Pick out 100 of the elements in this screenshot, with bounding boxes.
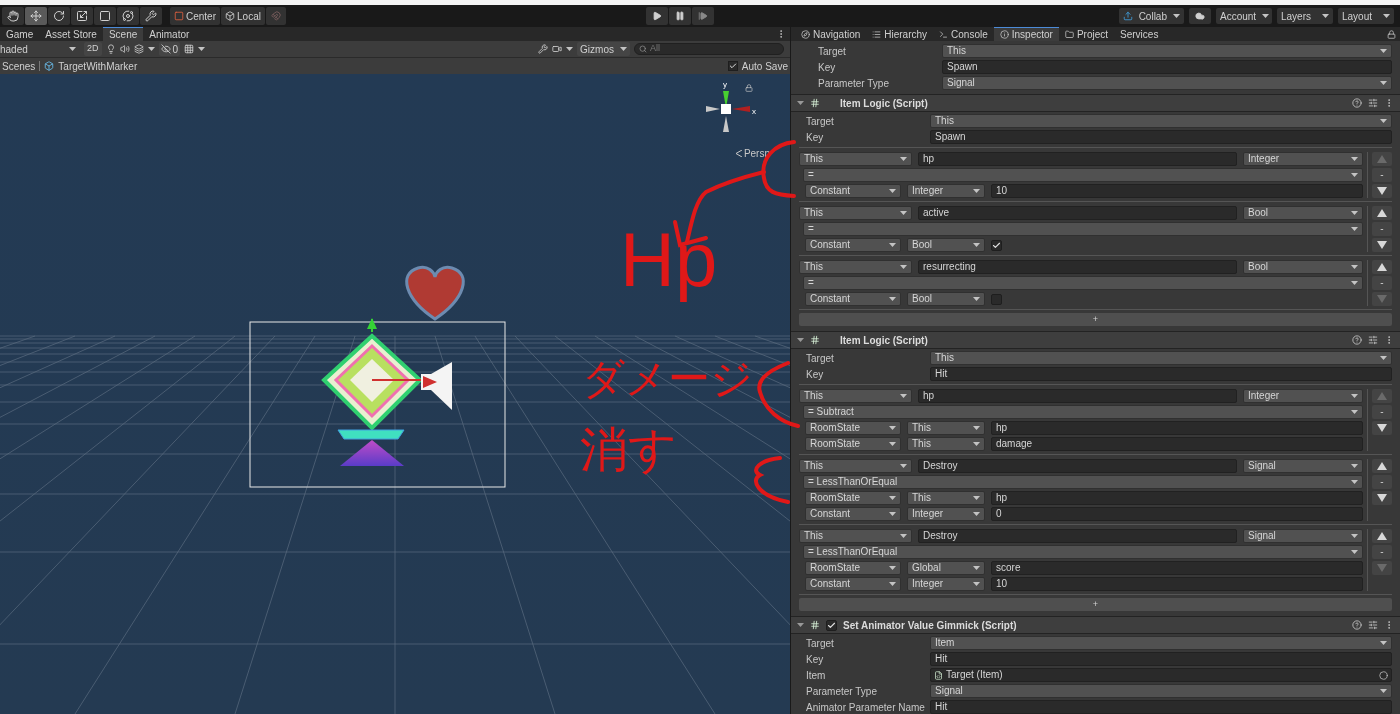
grid-snap-button[interactable] (265, 7, 286, 25)
tab[interactable]: Hierarchy (866, 27, 934, 41)
auto-save-checkbox[interactable] (727, 61, 738, 71)
dropdown[interactable]: This (799, 260, 912, 274)
dropdown[interactable]: Bool (1243, 260, 1363, 274)
text-field[interactable]: Destroy (918, 459, 1237, 473)
dropdown[interactable]: This (799, 389, 912, 403)
add-condition-button[interactable]: + (799, 598, 1392, 611)
lock-icon[interactable] (745, 84, 753, 92)
help-icon[interactable] (1352, 98, 1362, 108)
checkbox[interactable] (991, 293, 1002, 305)
remove-button[interactable]: - (1372, 168, 1392, 182)
move-down-button[interactable] (1372, 421, 1392, 435)
dropdown[interactable]: This (942, 44, 1392, 58)
component-header[interactable]: Item Logic (Script) (791, 94, 1400, 112)
text-field[interactable]: score (991, 561, 1363, 575)
help-icon[interactable] (1352, 620, 1362, 630)
tab[interactable]: Animator (143, 27, 196, 41)
remove-button[interactable]: - (1372, 405, 1392, 419)
dropdown[interactable]: = LessThanOrEqual (803, 545, 1363, 559)
tool-button[interactable] (2, 7, 24, 25)
remove-button[interactable]: - (1372, 222, 1392, 236)
tab[interactable]: Services (1114, 27, 1165, 41)
tool-button[interactable] (140, 7, 162, 25)
breadcrumb-link[interactable]: Scenes (2, 58, 36, 74)
dropdown[interactable]: = (803, 276, 1363, 290)
dropdown[interactable]: This (799, 459, 912, 473)
tool-button[interactable] (25, 7, 47, 25)
pause-button[interactable] (668, 7, 691, 25)
layers-icon[interactable] (133, 44, 144, 54)
object-field[interactable]: Target (Item) (930, 668, 1392, 682)
move-up-button[interactable] (1372, 459, 1392, 473)
dropdown[interactable]: This (930, 351, 1392, 365)
speaker-icon[interactable] (119, 44, 130, 54)
dropdown[interactable]: RoomState (805, 561, 901, 575)
dropdown[interactable]: = Subtract (803, 405, 1363, 419)
text-field[interactable]: damage (991, 437, 1363, 451)
play-button[interactable] (645, 7, 668, 25)
toolbar-dropdown[interactable]: Account (1216, 8, 1272, 24)
text-field[interactable]: hp (991, 491, 1363, 505)
toolbar-dropdown[interactable]: Layout (1338, 8, 1394, 24)
dropdown[interactable]: This (907, 491, 985, 505)
dropdown[interactable]: RoomState (805, 491, 901, 505)
preset-icon[interactable] (1368, 98, 1378, 108)
text-field[interactable]: Hit (930, 367, 1392, 381)
2d-toggle[interactable]: 2D (84, 42, 102, 56)
lightbulb-icon[interactable] (105, 44, 116, 54)
dropdown[interactable]: This (799, 206, 912, 220)
dropdown[interactable]: Constant (805, 238, 901, 252)
text-field[interactable]: 0 (991, 507, 1363, 521)
tab[interactable]: Console (933, 27, 994, 41)
camera-icon[interactable] (552, 44, 563, 54)
move-up-button[interactable] (1372, 529, 1392, 543)
remove-button[interactable]: - (1372, 276, 1392, 290)
add-condition-button[interactable]: + (799, 313, 1392, 326)
dropdown[interactable]: Global (907, 561, 985, 575)
text-field[interactable]: resurrecting (918, 260, 1237, 274)
text-field[interactable]: Hit (930, 652, 1392, 666)
text-field[interactable]: active (918, 206, 1237, 220)
checkbox[interactable] (991, 239, 1002, 251)
text-field[interactable]: hp (918, 389, 1237, 403)
move-down-button[interactable] (1372, 491, 1392, 505)
pivot-button[interactable]: Center (170, 7, 220, 25)
preset-icon[interactable] (1368, 620, 1378, 630)
dropdown[interactable]: This (907, 421, 985, 435)
dropdown[interactable]: Bool (1243, 206, 1363, 220)
dropdown[interactable]: Integer (907, 577, 985, 591)
dropdown[interactable]: Constant (805, 507, 901, 521)
dropdown[interactable]: Constant (805, 292, 901, 306)
remove-button[interactable]: - (1372, 475, 1392, 489)
dropdown[interactable]: Signal (942, 76, 1392, 90)
remove-button[interactable]: - (1372, 545, 1392, 559)
preset-icon[interactable] (1368, 335, 1378, 345)
dropdown[interactable]: = (803, 222, 1363, 236)
dropdown[interactable]: This (799, 152, 912, 166)
dropdown[interactable]: This (799, 529, 912, 543)
component-header[interactable]: Set Animator Value Gimmick (Script) (791, 616, 1400, 634)
dropdown[interactable]: Constant (805, 577, 901, 591)
lock-icon[interactable] (1387, 30, 1396, 39)
dropdown[interactable]: This (930, 114, 1392, 128)
tab[interactable]: Scene (102, 27, 144, 41)
dropdown[interactable]: = (803, 168, 1363, 182)
dropdown[interactable]: Signal (1243, 459, 1363, 473)
tab[interactable]: Asset Store (39, 27, 103, 41)
dropdown[interactable]: RoomState (805, 421, 901, 435)
text-field[interactable]: 10 (991, 184, 1363, 198)
dropdown[interactable]: Integer (907, 507, 985, 521)
dropdown[interactable]: Integer (907, 184, 985, 198)
tab[interactable]: Project (1058, 27, 1115, 41)
dropdown[interactable]: Bool (907, 292, 985, 306)
move-up-button[interactable] (1372, 260, 1392, 274)
toolbar-dropdown[interactable]: Layers (1277, 8, 1333, 24)
tool-button[interactable] (48, 7, 70, 25)
dropdown[interactable]: Signal (930, 684, 1392, 698)
step-button[interactable] (691, 7, 714, 25)
shading-dropdown[interactable]: haded (0, 42, 80, 56)
move-down-button[interactable] (1372, 184, 1392, 198)
move-down-button[interactable] (1372, 238, 1392, 252)
dropdown[interactable]: Bool (907, 238, 985, 252)
text-field[interactable]: Spawn (930, 130, 1392, 144)
